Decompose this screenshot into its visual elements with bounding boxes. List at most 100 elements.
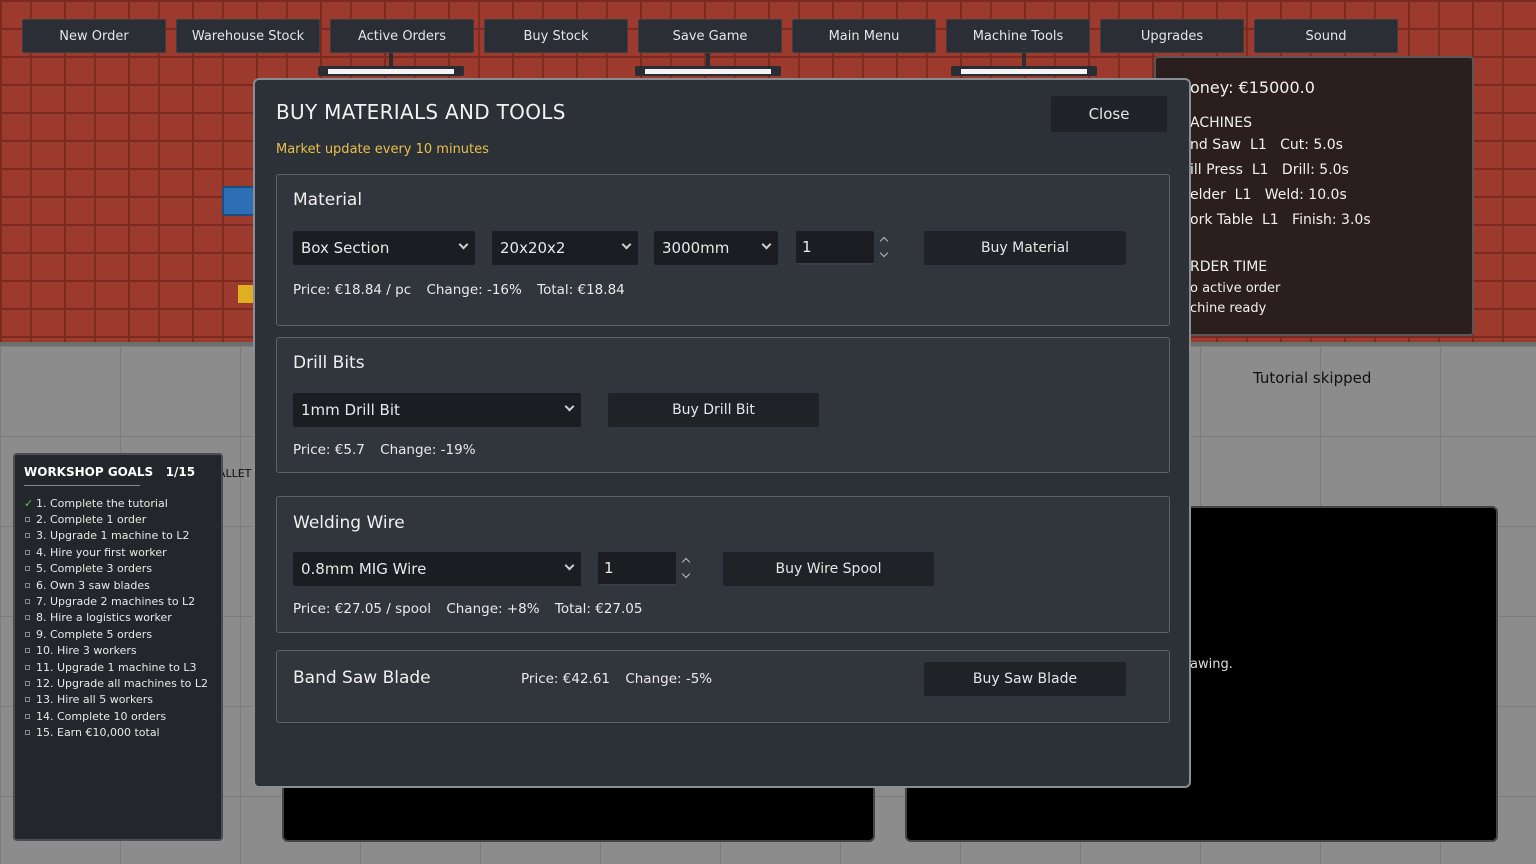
empty-checkbox-icon <box>25 566 30 572</box>
drill-price: Price: €5.7 <box>293 442 365 458</box>
save-game-button[interactable]: Save Game <box>638 19 782 53</box>
workshop-goals-panel: WORKSHOP GOALS 1/15 ✓ 1. Complete the tut… <box>13 453 223 841</box>
material-title: Material <box>293 190 363 210</box>
wire-type-select[interactable]: 0.8mm MIG Wire <box>293 552 581 586</box>
empty-checkbox-icon <box>25 533 30 539</box>
machines-heading: ACHINES <box>1190 115 1252 131</box>
goal-item: 6. Own 3 saw blades <box>24 577 212 593</box>
wire-type-value: 0.8mm MIG Wire <box>301 560 427 578</box>
material-type-value: Box Section <box>301 239 390 257</box>
material-length-select[interactable]: 3000mm <box>654 231 778 265</box>
quantity-stepper[interactable] <box>680 554 692 584</box>
goal-item: 12. Upgrade all machines to L2 <box>24 675 212 691</box>
order-status: o active order <box>1190 281 1281 296</box>
check-icon: ✓ <box>24 496 34 510</box>
chevron-down-icon <box>564 560 575 571</box>
goal-text: 13. Hire all 5 workers <box>36 693 153 707</box>
saw-blade-section: Band Saw Blade Price: €42.61 Change: -5%… <box>276 650 1170 723</box>
goal-item: ✓ 1. Complete the tutorial <box>24 495 212 511</box>
material-length-value: 3000mm <box>662 239 730 257</box>
main-menu-button[interactable]: Main Menu <box>792 19 936 53</box>
increment-icon[interactable] <box>879 236 889 246</box>
empty-checkbox-icon <box>25 631 30 637</box>
buy-saw-blade-button[interactable]: Buy Saw Blade <box>924 662 1126 696</box>
goal-text: 14. Complete 10 orders <box>36 709 167 723</box>
buy-wire-spool-button[interactable]: Buy Wire Spool <box>723 552 934 586</box>
drill-change: Change: -19% <box>380 442 476 458</box>
goal-text: 15. Earn €10,000 total <box>36 726 160 740</box>
goal-text: 8. Hire a logistics worker <box>36 611 172 625</box>
quantity-stepper[interactable] <box>878 233 890 263</box>
goal-item: 9. Complete 5 orders <box>24 626 212 642</box>
goal-text: 11. Upgrade 1 machine to L3 <box>36 660 197 674</box>
empty-checkbox-icon <box>25 582 30 588</box>
goal-text: 5. Complete 3 orders <box>36 562 153 576</box>
material-size-select[interactable]: 20x20x2 <box>492 231 638 265</box>
top-toolbar: New Order Warehouse Stock Active Orders … <box>22 19 1398 53</box>
wall-sign <box>222 186 256 216</box>
upgrades-button[interactable]: Upgrades <box>1100 19 1244 53</box>
increment-icon[interactable] <box>681 557 691 567</box>
buy-stock-button[interactable]: Buy Stock <box>484 19 628 53</box>
blade-price: Price: €42.61 <box>521 671 611 687</box>
machine-status: ork Table L1 Finish: 3.0s <box>1190 212 1371 228</box>
sound-button[interactable]: Sound <box>1254 19 1398 53</box>
close-button[interactable]: Close <box>1051 96 1167 132</box>
goal-text: 10. Hire 3 workers <box>36 644 137 658</box>
order-time-heading: RDER TIME <box>1190 259 1268 275</box>
buy-drill-bit-button[interactable]: Buy Drill Bit <box>608 393 819 427</box>
goal-text: 1. Complete the tutorial <box>36 496 168 510</box>
machine-tools-button[interactable]: Machine Tools <box>946 19 1090 53</box>
ceiling-lamp <box>318 52 464 76</box>
decrement-icon[interactable] <box>681 569 691 579</box>
goals-title: WORKSHOP GOALS 1/15 <box>24 465 195 486</box>
material-section: Material Box Section 20x20x2 3000mm 1 Bu… <box>276 174 1170 326</box>
empty-checkbox-icon <box>25 599 30 605</box>
tutorial-status: Tutorial skipped <box>1253 369 1372 387</box>
goal-item: 2. Complete 1 order <box>24 511 212 527</box>
drill-bit-value: 1mm Drill Bit <box>301 401 400 419</box>
goal-item: 10. Hire 3 workers <box>24 643 212 659</box>
empty-checkbox-icon <box>25 517 30 523</box>
drill-bit-select[interactable]: 1mm Drill Bit <box>293 393 581 427</box>
material-total: Total: €18.84 <box>537 282 625 298</box>
empty-checkbox-icon <box>25 713 30 719</box>
machine-status: ill Press L1 Drill: 5.0s <box>1190 162 1349 178</box>
chevron-down-icon <box>564 401 575 412</box>
goal-text: 6. Own 3 saw blades <box>36 578 150 592</box>
welding-wire-section: Welding Wire 0.8mm MIG Wire 1 Buy Wire S… <box>276 496 1170 633</box>
goal-text: 7. Upgrade 2 machines to L2 <box>36 595 196 609</box>
machine-ready-status: chine ready <box>1190 301 1267 316</box>
empty-checkbox-icon <box>25 730 30 736</box>
ceiling-lamp <box>951 52 1097 76</box>
drill-bits-section: Drill Bits 1mm Drill Bit Buy Drill Bit P… <box>276 337 1170 473</box>
goal-text: 9. Complete 5 orders <box>36 627 153 641</box>
material-type-select[interactable]: Box Section <box>293 231 475 265</box>
blade-price-line: Price: €42.61 Change: -5% <box>521 671 723 687</box>
goal-list: ✓ 1. Complete the tutorial 2. Complete 1 o… <box>24 495 212 741</box>
active-orders-button[interactable]: Active Orders <box>330 19 474 53</box>
goal-item: 7. Upgrade 2 machines to L2 <box>24 593 212 609</box>
chevron-down-icon <box>621 239 632 250</box>
empty-checkbox-icon <box>25 615 30 621</box>
monitor-text: awing. <box>1190 657 1233 672</box>
wire-quantity-input[interactable]: 1 <box>598 552 676 586</box>
decrement-icon[interactable] <box>879 248 889 258</box>
ceiling-lamp <box>635 52 781 76</box>
empty-checkbox-icon <box>25 648 30 654</box>
buy-materials-dialog: BUY MATERIALS AND TOOLS Market update ev… <box>253 78 1191 788</box>
empty-checkbox-icon <box>25 680 30 686</box>
blade-change: Change: -5% <box>625 671 713 687</box>
goal-item: 3. Upgrade 1 machine to L2 <box>24 528 212 544</box>
warehouse-stock-button[interactable]: Warehouse Stock <box>176 19 320 53</box>
market-update-note: Market update every 10 minutes <box>276 142 489 157</box>
goal-item: 13. Hire all 5 workers <box>24 692 212 708</box>
goal-item: 5. Complete 3 orders <box>24 561 212 577</box>
new-order-button[interactable]: New Order <box>22 19 166 53</box>
material-quantity-input[interactable]: 1 <box>796 231 874 265</box>
material-change: Change: -16% <box>426 282 522 298</box>
goal-item: 15. Earn €10,000 total <box>24 724 212 740</box>
wire-price: Price: €27.05 / spool <box>293 601 432 617</box>
buy-material-button[interactable]: Buy Material <box>924 231 1126 265</box>
money-readout: oney: €15000.0 <box>1190 78 1315 97</box>
